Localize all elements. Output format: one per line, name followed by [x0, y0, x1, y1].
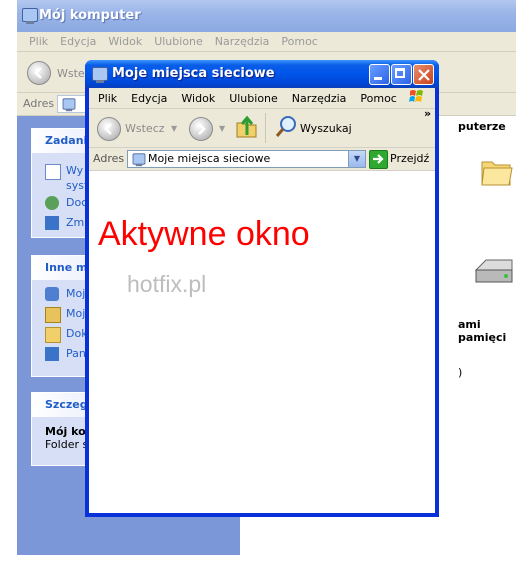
network-places-icon — [45, 287, 59, 301]
folder-icon[interactable] — [480, 156, 513, 186]
bg-drive-label: ami pamięci — [458, 318, 507, 344]
menu-ulubione[interactable]: Ulubione — [222, 92, 285, 105]
forward-button[interactable] — [189, 117, 213, 141]
drive-icon[interactable] — [472, 256, 514, 286]
bg-address-computer-icon — [62, 98, 76, 112]
active-title-bar[interactable]: Moje miejsca sieciowe — [85, 60, 439, 88]
search-label[interactable]: Wyszukaj — [300, 122, 352, 135]
active-window-title: Moje miejsca sieciowe — [112, 66, 275, 81]
bg-menu-plik[interactable]: Plik — [23, 35, 54, 48]
background-window-title: Mój komputer — [39, 8, 141, 23]
minimize-button[interactable] — [369, 64, 390, 85]
active-window[interactable]: Moje miejsca sieciowe Plik Edycja Widok … — [85, 60, 439, 517]
address-network-icon — [132, 153, 146, 167]
document-icon — [45, 164, 61, 180]
menu-edycja[interactable]: Edycja — [124, 92, 174, 105]
network-places-icon — [92, 67, 108, 83]
control-icon — [45, 216, 59, 230]
bg-menu-narzedzia[interactable]: Narzędzia — [209, 35, 276, 48]
close-icon — [418, 69, 430, 81]
forward-dropdown-icon[interactable]: ▼ — [219, 124, 225, 133]
windows-logo-icon — [409, 88, 425, 106]
menu-widok[interactable]: Widok — [174, 92, 222, 105]
task-item-label: Moj — [66, 307, 86, 320]
back-arrow-icon — [104, 123, 112, 135]
up-folder-icon[interactable] — [234, 115, 260, 141]
toolbar-separator — [265, 113, 266, 143]
active-content-area: Aktywne okno hotfix.pl — [89, 171, 435, 513]
menu-plik[interactable]: Plik — [91, 92, 124, 105]
address-dropdown-icon[interactable]: ▼ — [348, 151, 365, 167]
task-item-label: Moj — [66, 287, 86, 300]
forward-arrow-icon — [198, 123, 206, 135]
task-item-label: Wy — [66, 164, 84, 177]
task-item-label: Pan — [66, 347, 86, 360]
back-button[interactable] — [97, 117, 121, 141]
minimize-icon — [374, 77, 382, 80]
close-button[interactable] — [413, 64, 434, 85]
my-computer-icon — [22, 8, 38, 24]
watermark-text: hotfix.pl — [127, 271, 207, 297]
go-arrow-icon[interactable] — [369, 150, 388, 169]
toolbar-overflow-chevron[interactable]: » — [424, 107, 431, 120]
address-value: Moje miejsca sieciowe — [148, 152, 271, 165]
back-dropdown-icon[interactable]: ▼ — [171, 124, 177, 133]
background-title-bar[interactable]: Mój komputer — [17, 0, 516, 32]
add-remove-icon — [45, 196, 59, 210]
bg-menu-widok[interactable]: Widok — [102, 35, 148, 48]
go-label[interactable]: Przejdź — [390, 152, 429, 165]
bg-back-arrow-icon[interactable] — [27, 61, 51, 85]
bg-menu-pomoc[interactable]: Pomoc — [275, 35, 323, 48]
active-toolbar: Wstecz ▼ ▼ Wyszukaj » — [89, 107, 435, 148]
active-window-overlay-text: Aktywne okno — [98, 215, 310, 253]
documents-folder-icon — [45, 307, 61, 323]
bg-address-label: Adres — [23, 97, 55, 110]
bg-section-heading: puterze — [458, 120, 506, 133]
back-label[interactable]: Wstecz — [125, 122, 165, 135]
search-icon[interactable] — [275, 115, 297, 139]
maximize-icon — [395, 68, 405, 78]
bg-menu-edycja[interactable]: Edycja — [54, 35, 102, 48]
bg-menu-ulubione[interactable]: Ulubione — [148, 35, 209, 48]
address-field[interactable]: Moje miejsca sieciowe ▼ — [127, 150, 366, 168]
bg-paren-fragment: ) — [458, 366, 463, 379]
control-panel-icon — [45, 347, 59, 361]
background-menu-bar: Plik Edycja Widok Ulubione Narzędzia Pom… — [17, 33, 516, 52]
address-label: Adres — [93, 152, 125, 165]
menu-pomoc[interactable]: Pomoc — [353, 92, 403, 105]
folder-icon — [45, 327, 61, 343]
active-menu-bar: Plik Edycja Widok Ulubione Narzędzia Pom… — [89, 88, 435, 109]
menu-narzedzia[interactable]: Narzędzia — [285, 92, 354, 105]
active-window-body: Plik Edycja Widok Ulubione Narzędzia Pom… — [89, 88, 435, 513]
maximize-button[interactable] — [391, 64, 412, 85]
active-address-bar: Adres Moje miejsca sieciowe ▼ Przejdź — [89, 148, 435, 171]
